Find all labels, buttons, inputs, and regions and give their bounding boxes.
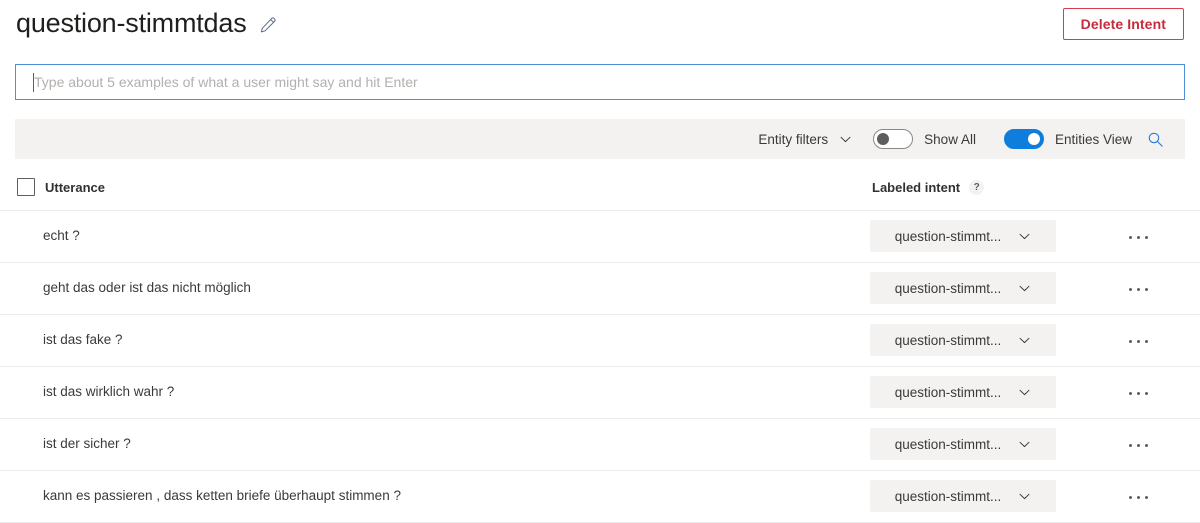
dot xyxy=(1145,340,1148,343)
table-row[interactable]: geht das oder ist das nicht möglich ques… xyxy=(0,263,1200,315)
table-row[interactable]: ist der sicher ? question-stimmt... xyxy=(0,419,1200,471)
row-more-icon[interactable] xyxy=(1120,384,1156,402)
entity-filters-label: Entity filters xyxy=(758,132,828,147)
chevron-down-icon xyxy=(1017,229,1031,243)
dot xyxy=(1129,288,1132,291)
entities-view-label: Entities View xyxy=(1055,132,1132,147)
help-icon[interactable]: ? xyxy=(969,180,984,195)
labeled-intent-dropdown[interactable]: question-stimmt... xyxy=(870,324,1056,356)
utterances-toolbar: Entity filters Show All Entities View xyxy=(15,119,1185,159)
row-more-icon[interactable] xyxy=(1120,488,1156,506)
utterances-table: Utterance Labeled intent ? echt ? questi… xyxy=(0,168,1200,523)
chevron-down-icon xyxy=(838,132,852,146)
utterance-text: geht das oder ist das nicht möglich xyxy=(43,280,251,295)
entity-filters-dropdown[interactable]: Entity filters xyxy=(758,132,852,147)
dot xyxy=(1145,444,1148,447)
dot xyxy=(1137,340,1140,343)
search-icon[interactable] xyxy=(1146,130,1164,148)
dot xyxy=(1129,236,1132,239)
dot xyxy=(1145,288,1148,291)
new-utterance-field[interactable] xyxy=(15,64,1185,100)
dot xyxy=(1137,392,1140,395)
entities-view-toggle-group: Entities View xyxy=(1004,129,1132,149)
utterance-text: ist das wirklich wahr ? xyxy=(43,384,174,399)
table-row[interactable]: ist das fake ? question-stimmt... xyxy=(0,315,1200,367)
column-header-labeled-intent-label: Labeled intent xyxy=(872,180,960,195)
dot xyxy=(1129,444,1132,447)
dot xyxy=(1129,340,1132,343)
table-header-row: Utterance Labeled intent ? xyxy=(0,168,1200,211)
utterance-text: echt ? xyxy=(43,228,80,243)
utterance-text: kann es passieren , dass ketten briefe ü… xyxy=(43,488,401,503)
dot xyxy=(1137,288,1140,291)
chevron-down-icon xyxy=(1017,385,1031,399)
new-utterance-input[interactable] xyxy=(16,65,1184,99)
labeled-intent-dropdown[interactable]: question-stimmt... xyxy=(870,376,1056,408)
labeled-intent-value: question-stimmt... xyxy=(895,333,1002,348)
labeled-intent-value: question-stimmt... xyxy=(895,229,1002,244)
chevron-down-icon xyxy=(1017,333,1031,347)
intent-title-group: question-stimmtdas xyxy=(16,6,279,40)
dot xyxy=(1129,392,1132,395)
dot xyxy=(1137,444,1140,447)
row-more-icon[interactable] xyxy=(1120,228,1156,246)
toggle-knob xyxy=(1028,133,1040,145)
labeled-intent-value: question-stimmt... xyxy=(895,385,1002,400)
labeled-intent-value: question-stimmt... xyxy=(895,489,1002,504)
show-all-label: Show All xyxy=(924,132,976,147)
table-row[interactable]: kann es passieren , dass ketten briefe ü… xyxy=(0,471,1200,523)
utterance-text: ist der sicher ? xyxy=(43,436,131,451)
delete-intent-button[interactable]: Delete Intent xyxy=(1063,8,1184,40)
row-more-icon[interactable] xyxy=(1120,332,1156,350)
entities-view-toggle[interactable] xyxy=(1004,129,1044,149)
labeled-intent-dropdown[interactable]: question-stimmt... xyxy=(870,428,1056,460)
text-caret xyxy=(33,73,34,92)
page-title: question-stimmtdas xyxy=(16,6,247,40)
column-header-labeled-intent: Labeled intent ? xyxy=(872,180,984,195)
row-more-icon[interactable] xyxy=(1120,280,1156,298)
show-all-toggle[interactable] xyxy=(873,129,913,149)
dot xyxy=(1137,236,1140,239)
labeled-intent-value: question-stimmt... xyxy=(895,437,1002,452)
labeled-intent-value: question-stimmt... xyxy=(895,281,1002,296)
table-row[interactable]: ist das wirklich wahr ? question-stimmt.… xyxy=(0,367,1200,419)
pencil-icon[interactable] xyxy=(257,14,279,36)
page-header: question-stimmtdas Delete Intent xyxy=(0,0,1200,58)
utterance-text: ist das fake ? xyxy=(43,332,123,347)
toggle-knob xyxy=(877,133,889,145)
chevron-down-icon xyxy=(1017,489,1031,503)
column-header-utterance: Utterance xyxy=(45,180,105,195)
dot xyxy=(1145,496,1148,499)
select-all-checkbox[interactable] xyxy=(17,178,35,196)
chevron-down-icon xyxy=(1017,437,1031,451)
labeled-intent-dropdown[interactable]: question-stimmt... xyxy=(870,272,1056,304)
dot xyxy=(1145,236,1148,239)
dot xyxy=(1145,392,1148,395)
labeled-intent-dropdown[interactable]: question-stimmt... xyxy=(870,480,1056,512)
dot xyxy=(1129,496,1132,499)
row-more-icon[interactable] xyxy=(1120,436,1156,454)
table-row[interactable]: echt ? question-stimmt... xyxy=(0,211,1200,263)
chevron-down-icon xyxy=(1017,281,1031,295)
labeled-intent-dropdown[interactable]: question-stimmt... xyxy=(870,220,1056,252)
dot xyxy=(1137,496,1140,499)
show-all-toggle-group: Show All xyxy=(873,129,976,149)
